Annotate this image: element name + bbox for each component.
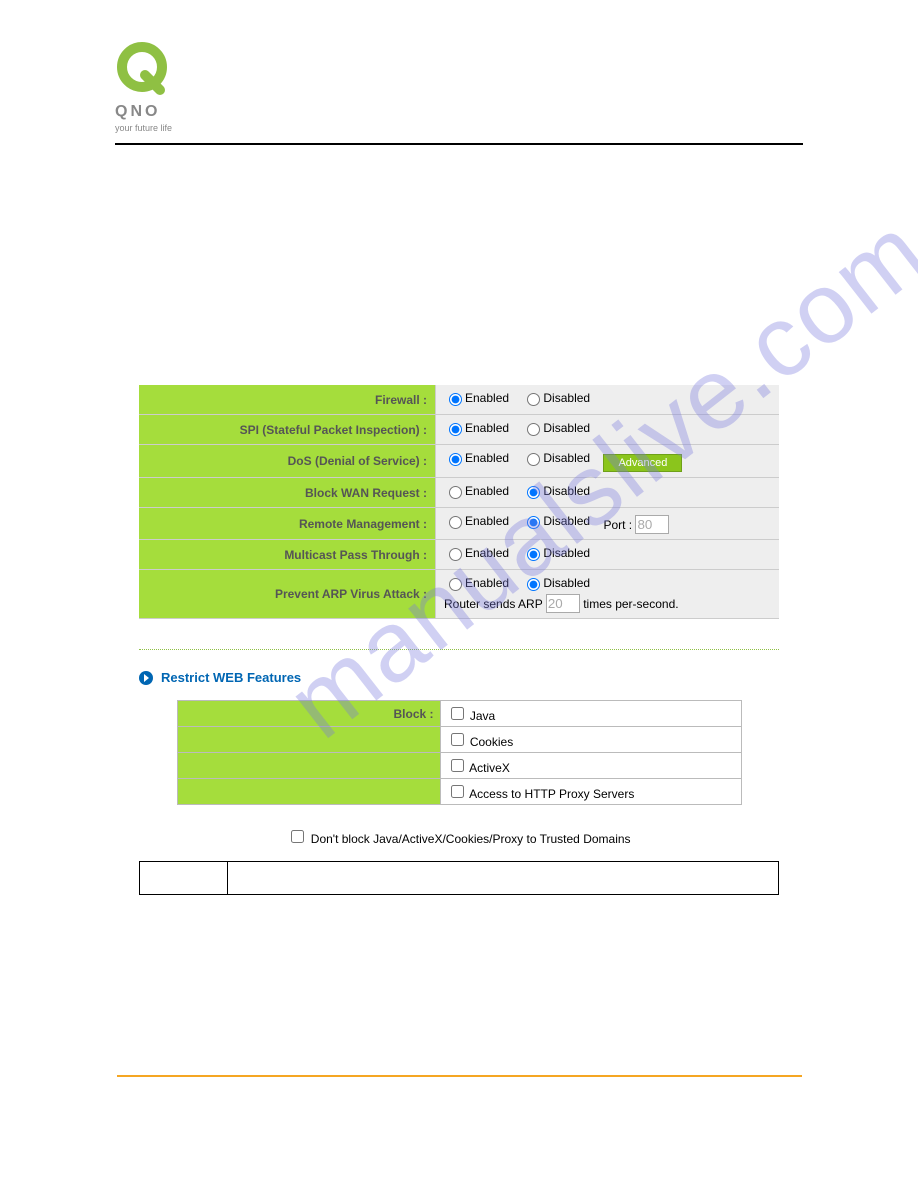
- arp-suffix: times per-second.: [583, 597, 678, 611]
- restrict-section-header: Restrict WEB Features: [139, 670, 779, 685]
- dos-value: Enabled Disabled Advanced: [436, 445, 780, 478]
- remote-disabled-radio[interactable]: Disabled: [522, 513, 590, 529]
- dos-label: DoS (Denial of Service) :: [139, 445, 436, 478]
- block-cookies-checkbox[interactable]: Cookies: [447, 735, 514, 749]
- firewall-label: Firewall :: [139, 385, 436, 415]
- block-activex-checkbox[interactable]: ActiveX: [447, 761, 510, 775]
- block-java-checkbox[interactable]: Java: [447, 709, 496, 723]
- arrow-right-icon: [139, 671, 153, 685]
- arp-enabled-radio[interactable]: Enabled: [444, 575, 509, 591]
- port-label: Port :: [603, 518, 632, 532]
- firewall-disabled-radio[interactable]: Disabled: [522, 390, 590, 406]
- multicast-enabled-radio[interactable]: Enabled: [444, 545, 509, 561]
- trusted-checkbox[interactable]: Don't block Java/ActiveX/Cookies/Proxy t…: [287, 832, 630, 846]
- footer-divider: [117, 1075, 802, 1077]
- multicast-disabled-radio[interactable]: Disabled: [522, 545, 590, 561]
- spi-value: Enabled Disabled: [436, 415, 780, 445]
- remote-mgmt-value: Enabled Disabled Port :: [436, 508, 780, 540]
- dos-enabled-radio[interactable]: Enabled: [444, 450, 509, 466]
- arp-input[interactable]: [546, 594, 580, 613]
- block-wan-disabled-radio[interactable]: Disabled: [522, 483, 590, 499]
- multicast-value: Enabled Disabled: [436, 540, 780, 570]
- dos-disabled-radio[interactable]: Disabled: [522, 450, 590, 466]
- empty-cell-2: [228, 862, 779, 895]
- spi-label: SPI (Stateful Packet Inspection) :: [139, 415, 436, 445]
- block-wan-value: Enabled Disabled: [436, 478, 780, 508]
- remote-enabled-radio[interactable]: Enabled: [444, 513, 509, 529]
- block-proxy-checkbox[interactable]: Access to HTTP Proxy Servers: [447, 787, 635, 801]
- empty-info-table: [139, 861, 779, 895]
- multicast-label: Multicast Pass Through :: [139, 540, 436, 570]
- firewall-value: Enabled Disabled: [436, 385, 780, 415]
- block-label: Block :: [177, 701, 440, 727]
- restrict-title: Restrict WEB Features: [161, 670, 301, 685]
- block-table: Block : Java Cookies ActiveX Access to H…: [177, 700, 742, 805]
- remote-mgmt-label: Remote Management :: [139, 508, 436, 540]
- spi-enabled-radio[interactable]: Enabled: [444, 420, 509, 436]
- section-divider: [139, 649, 779, 650]
- empty-cell-1: [140, 862, 228, 895]
- block-wan-label: Block WAN Request :: [139, 478, 436, 508]
- firewall-settings-table: Firewall : Enabled Disabled SPI (Statefu…: [139, 385, 779, 619]
- arp-prefix: Router sends ARP: [444, 597, 543, 611]
- logo-q-icon: [115, 40, 170, 95]
- brand-name: QNO: [115, 103, 803, 121]
- brand-tagline: your future life: [115, 123, 803, 133]
- advanced-button[interactable]: Advanced: [603, 454, 682, 472]
- arp-disabled-radio[interactable]: Disabled: [522, 575, 590, 591]
- arp-label: Prevent ARP Virus Attack :: [139, 570, 436, 619]
- arp-value: Enabled Disabled Router sends ARP times …: [436, 570, 780, 619]
- trusted-domains-row: Don't block Java/ActiveX/Cookies/Proxy t…: [139, 827, 779, 846]
- firewall-enabled-radio[interactable]: Enabled: [444, 390, 509, 406]
- spi-disabled-radio[interactable]: Disabled: [522, 420, 590, 436]
- block-wan-enabled-radio[interactable]: Enabled: [444, 483, 509, 499]
- port-input[interactable]: [635, 515, 669, 534]
- brand-logo-area: QNO your future life: [115, 40, 803, 133]
